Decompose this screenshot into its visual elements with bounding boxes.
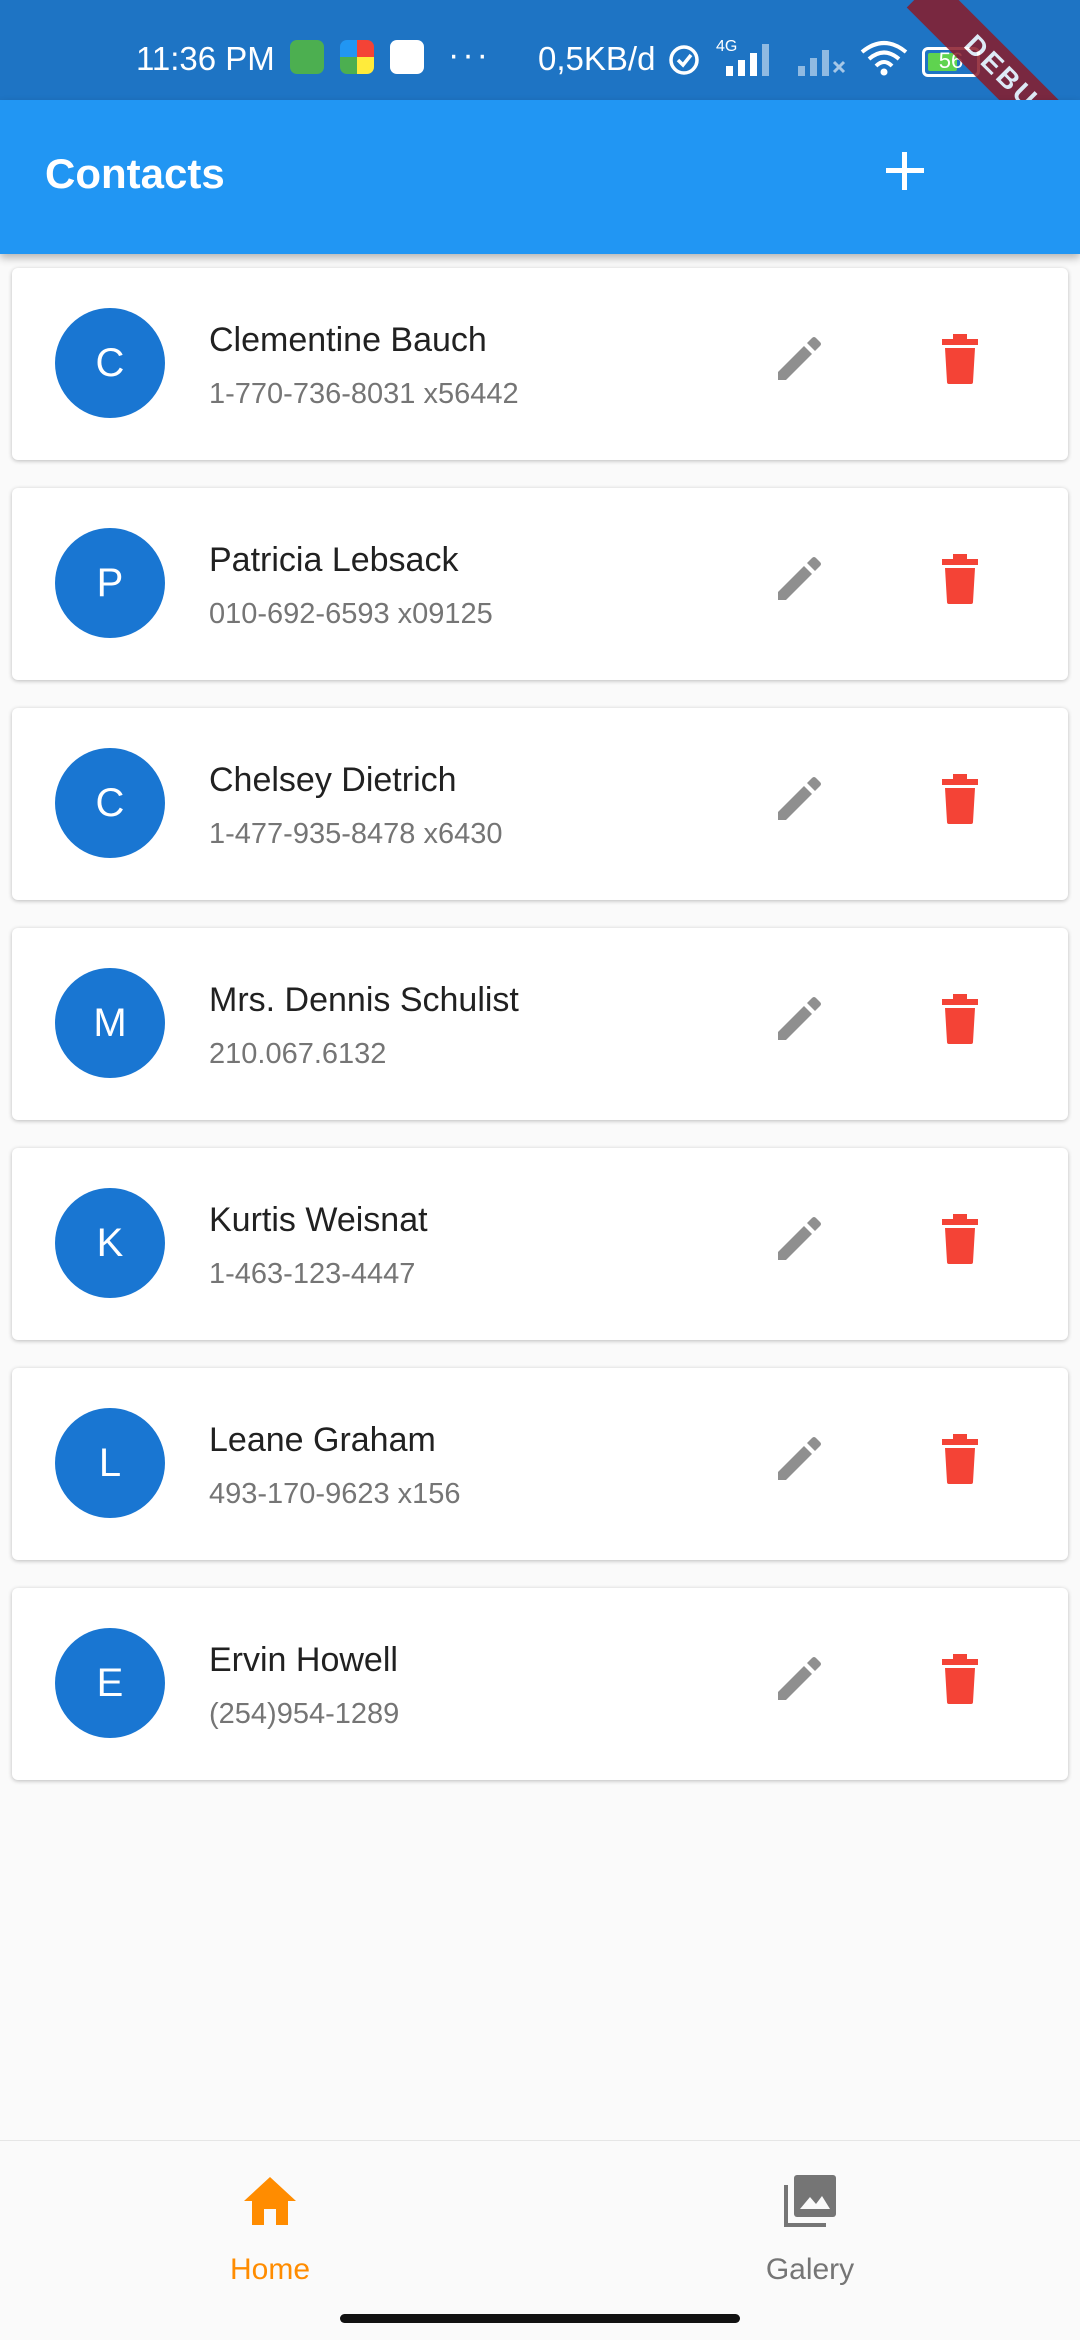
contact-name: Mrs. Dennis Schulist	[209, 981, 519, 1019]
delete-contact-button[interactable]	[930, 1648, 990, 1708]
delete-contact-button[interactable]	[930, 988, 990, 1048]
contact-phone: 1-477-935-8478 x6430	[209, 818, 503, 850]
delete-contact-button[interactable]	[930, 1208, 990, 1268]
contact-card[interactable]: L Leane Graham 493-170-9623 x156	[12, 1368, 1068, 1560]
avatar: L	[55, 1408, 165, 1518]
contact-card[interactable]: K Kurtis Weisnat 1-463-123-4447	[12, 1148, 1068, 1340]
edit-icon	[778, 337, 821, 380]
avatar: C	[55, 748, 165, 858]
contact-phone: (254)954-1289	[209, 1698, 400, 1730]
capcut-notification-icon	[390, 40, 424, 74]
contact-card[interactable]: M Mrs. Dennis Schulist 210.067.6132	[12, 928, 1068, 1120]
contact-name: Kurtis Weisnat	[209, 1201, 428, 1239]
edit-icon	[778, 997, 821, 1040]
nav-label-home: Home	[229, 2253, 311, 2286]
edit-contact-button[interactable]	[770, 548, 830, 608]
add-contact-button[interactable]	[874, 140, 936, 202]
delete-icon	[942, 334, 978, 384]
delete-icon	[942, 1654, 978, 1704]
home-icon	[244, 2177, 296, 2225]
avatar: E	[55, 1628, 165, 1738]
delete-icon	[942, 554, 978, 604]
edit-icon	[778, 1657, 821, 1700]
edit-icon	[778, 1437, 821, 1480]
nav-item-home[interactable]: Home	[0, 2141, 540, 2301]
contact-card[interactable]: C Clementine Bauch 1-770-736-8031 x56442	[12, 268, 1068, 460]
page-title: Contacts	[45, 150, 225, 197]
delete-icon	[942, 1214, 978, 1264]
status-bar: 11:36 PM ··· 0,5KB/d 4G 56 DEBUG	[0, 0, 1080, 185]
contact-name: Clementine Bauch	[209, 321, 487, 359]
edit-contact-button[interactable]	[770, 768, 830, 828]
edit-icon	[778, 557, 821, 600]
delete-contact-button[interactable]	[930, 1428, 990, 1488]
contact-name: Patricia Lebsack	[209, 541, 459, 579]
contact-card[interactable]: C Chelsey Dietrich 1-477-935-8478 x6430	[12, 708, 1068, 900]
network-speed: 0,5KB/d	[538, 40, 656, 77]
contact-card[interactable]: P Patricia Lebsack 010-692-6593 x09125	[12, 488, 1068, 680]
edit-contact-button[interactable]	[770, 1428, 830, 1488]
photo-library-icon	[784, 2175, 836, 2227]
contact-name: Leane Graham	[209, 1421, 436, 1459]
edit-contact-button[interactable]	[770, 1648, 830, 1708]
bottom-navigation: Home Galery	[0, 2140, 1080, 2301]
app-bar: Contacts	[0, 100, 1080, 254]
alarm-icon	[669, 45, 699, 75]
edit-contact-button[interactable]	[770, 328, 830, 388]
contact-phone: 1-463-123-4447	[209, 1258, 416, 1290]
signal-icon	[726, 44, 769, 76]
edit-contact-button[interactable]	[770, 988, 830, 1048]
nav-label-gallery: Galery	[765, 2253, 855, 2286]
delete-icon	[942, 1434, 978, 1484]
delete-icon	[942, 994, 978, 1044]
contact-phone: 493-170-9623 x156	[209, 1478, 461, 1510]
status-time: 11:36 PM	[136, 40, 275, 77]
home-indicator	[340, 2314, 740, 2323]
contact-name: Chelsey Dietrich	[209, 761, 457, 799]
delete-icon	[942, 774, 978, 824]
contact-phone: 210.067.6132	[209, 1038, 387, 1070]
edit-contact-button[interactable]	[770, 1208, 830, 1268]
wifi-icon	[860, 41, 908, 76]
edit-icon	[778, 1217, 821, 1260]
app-notification-icon	[290, 40, 324, 74]
avatar: C	[55, 308, 165, 418]
avatar: K	[55, 1188, 165, 1298]
delete-contact-button[interactable]	[930, 768, 990, 828]
contact-card[interactable]: E Ervin Howell (254)954-1289	[12, 1588, 1068, 1780]
edit-icon	[778, 777, 821, 820]
nav-item-gallery[interactable]: Galery	[540, 2141, 1080, 2301]
more-notifications-icon: ···	[448, 36, 491, 74]
contact-phone: 010-692-6593 x09125	[209, 598, 493, 630]
delete-contact-button[interactable]	[930, 328, 990, 388]
contact-phone: 1-770-736-8031 x56442	[209, 378, 519, 410]
avatar: M	[55, 968, 165, 1078]
avatar: P	[55, 528, 165, 638]
signal-no-service-icon	[798, 50, 846, 76]
contact-name: Ervin Howell	[209, 1641, 398, 1679]
delete-contact-button[interactable]	[930, 548, 990, 608]
photos-notification-icon	[340, 40, 374, 74]
